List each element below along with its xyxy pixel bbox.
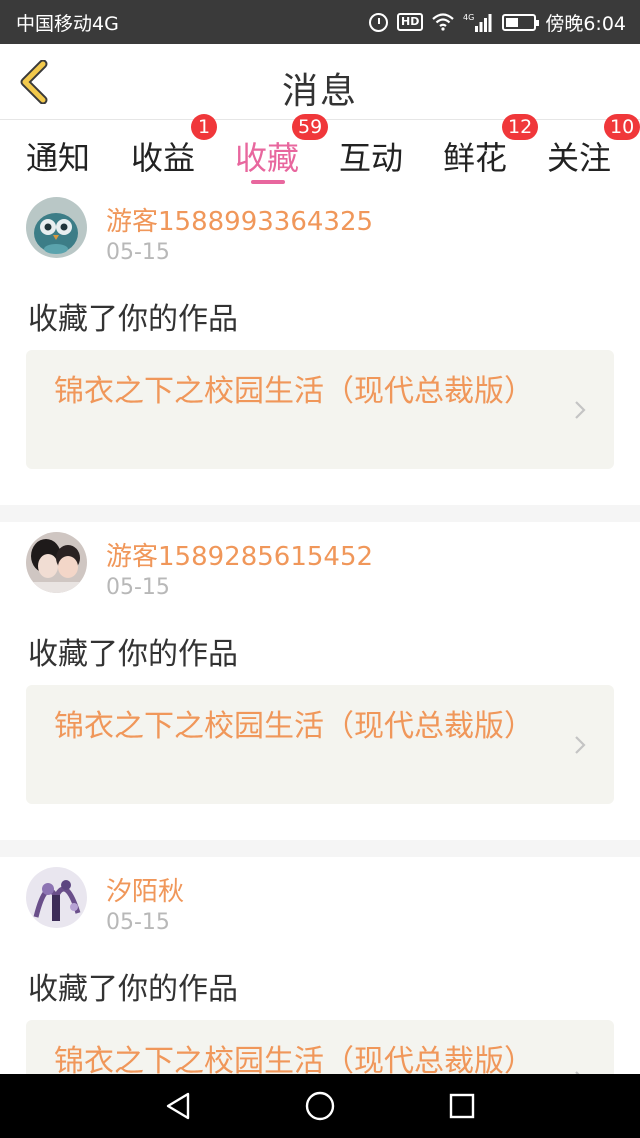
tab-flowers[interactable]: 鲜花 [443,133,507,179]
recents-square-icon [449,1093,475,1119]
chevron-right-icon [575,736,586,754]
username[interactable]: 游客1589285615452 [106,536,373,573]
username[interactable]: 汐陌秋 [106,871,184,908]
work-title: 锦衣之下之校园生活（现代总裁版） [54,374,534,409]
work-link[interactable]: 锦衣之下之校园生活（现代总裁版） [26,685,614,804]
system-nav-bar [0,1074,640,1138]
hd-icon: HD [396,13,424,31]
back-triangle-icon [166,1092,190,1120]
page-title: 消息 [281,71,358,112]
work-link[interactable]: 锦衣之下之校园生活（现代总裁版） [26,1020,614,1074]
action-text: 收藏了你的作品 [28,302,238,337]
tab-notifications[interactable]: 通知 [26,133,90,179]
clock: 傍晚6:04 [545,12,626,35]
owl-avatar-icon [26,197,87,258]
active-tab-indicator [251,180,285,184]
favorites-feed[interactable]: 游客1588993364325 05-15 收藏了你的作品 锦衣之下之校园生活（… [0,187,640,1074]
signal-icon: 4G [463,13,492,32]
timestamp: 05-15 [106,240,170,265]
badge-earnings: 1 [191,114,217,140]
list-item: 汐陌秋 05-15 收藏了你的作品 锦衣之下之校园生活（现代总裁版） [0,857,640,1074]
avatar[interactable] [26,197,87,258]
nav-home-button[interactable] [302,1088,338,1124]
action-text: 收藏了你的作品 [28,972,238,1007]
photo-avatar-icon [26,532,87,593]
username[interactable]: 游客1588993364325 [106,201,373,238]
work-title: 锦衣之下之校园生活（现代总裁版） [54,1044,534,1074]
battery-level [506,17,519,27]
avatar[interactable] [26,532,87,593]
illustration-avatar-icon [26,867,87,928]
wifi-icon [432,13,455,31]
badge-favorites: 59 [292,114,329,140]
tab-interactions[interactable]: 互动 [339,133,403,179]
badge-flowers: 12 [502,114,539,140]
timestamp: 05-15 [106,910,170,935]
tab-label: 关注 [547,139,612,177]
nav-back-button[interactable] [160,1088,196,1124]
list-item: 游客1588993364325 05-15 收藏了你的作品 锦衣之下之校园生活（… [0,187,640,505]
work-link[interactable]: 锦衣之下之校园生活（现代总裁版） [26,350,614,469]
action-text: 收藏了你的作品 [28,637,238,672]
work-title: 锦衣之下之校园生活（现代总裁版） [54,709,534,744]
chevron-right-icon [575,401,586,419]
tab-label: 收益 [131,139,196,177]
list-item: 游客1589285615452 05-15 收藏了你的作品 锦衣之下之校园生活（… [0,522,640,840]
tab-earnings[interactable]: 收益 [131,133,195,179]
tab-bar: 通知 收益 1 收藏 59 互动 鲜花 12 关注 10 [0,114,640,187]
tab-label: 收藏 [235,139,300,177]
badge-follows: 10 [604,114,640,140]
alarm-icon [368,12,388,32]
tab-follows[interactable]: 关注 [547,133,611,179]
svg-text:4G: 4G [463,13,474,22]
timestamp: 05-15 [106,575,170,600]
avatar[interactable] [26,867,87,928]
home-circle-icon [305,1091,335,1121]
tab-favorites[interactable]: 收藏 [235,133,299,179]
tab-label: 互动 [339,139,404,177]
status-icons: HD 4G 傍晚6:04 [368,9,626,36]
carrier-label: 中国移动4G [16,12,119,35]
battery-icon [502,13,540,31]
app-header: 消息 [0,44,640,120]
tab-label: 通知 [26,139,91,177]
nav-recents-button[interactable] [444,1088,480,1124]
tab-label: 鲜花 [443,139,508,177]
status-bar: 中国移动4G HD 4G 傍晚6:04 [0,0,640,44]
